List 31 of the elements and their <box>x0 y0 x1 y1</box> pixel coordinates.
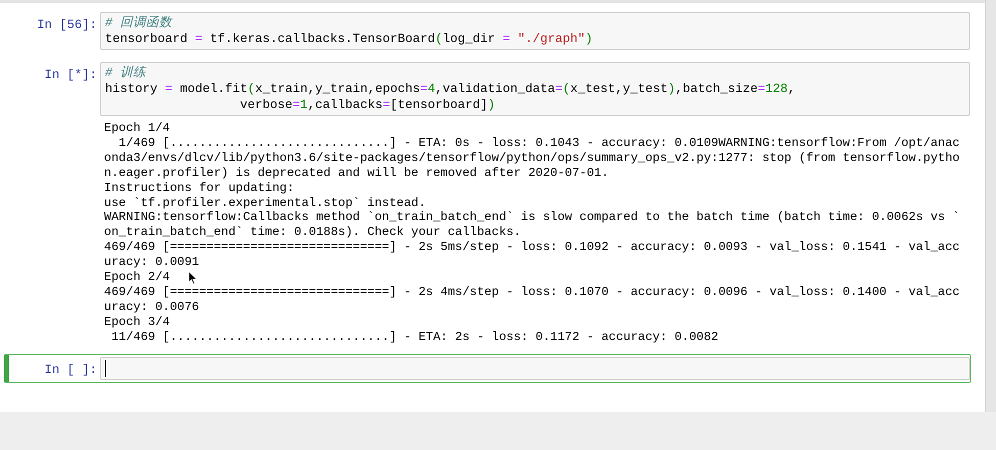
text-cursor <box>105 360 106 377</box>
code-line: verbose=1,callbacks=[tensorboard]) <box>239 97 496 113</box>
output-line: uracy: 0.0076 <box>104 300 200 315</box>
code-input[interactable]: # 回调函数 tensorboard = tf.keras.callbacks.TensorBoard(log_dir = "./graph") <box>100 12 970 50</box>
output-line: Epoch 2/4 <box>104 270 170 285</box>
output-line: on_train_batch_end` time: 0.0188s). Check your callbacks. <box>104 225 521 240</box>
cell-prompt: In [*]: <box>43 67 97 82</box>
output-line: 11/469 [..............................] - ETA: 2s - loss: 0.1172 - accuracy: 0.0082 <box>110 330 718 345</box>
output-line: onda3/envs/dlcv/lib/python3.6/site-packages/tensorflow/python/ops/summary_ops_v2.py:1277: stop (from tensorflow.pytho <box>104 150 960 166</box>
output-line: use `tf.profiler.experimental.stop` instead. <box>104 196 426 210</box>
output-line: 1/469 [..............................] - ETA: 0s - loss: 0.1043 - accuracy: 0.0109WARNING:tensorflow:From /opt/anac <box>118 136 960 151</box>
notebook-cell[interactable]: In [56]: # 回调函数 tensorboard = tf.keras.callbacks.TensorBoard(log_dir = "./graph") <box>4 9 972 53</box>
output-line: WARNING:tensorflow:Callbacks method `on_train_batch_end` is slow compared to the batch time (batch time: 0.0062s vs ` <box>104 210 960 226</box>
output-line: Epoch 1/4 <box>104 121 170 136</box>
code-line: tensorboard = tf.keras.callbacks.TensorBoard(log_dir = "./graph") <box>105 31 594 47</box>
code-line: # 回调函数 <box>105 15 174 31</box>
code-line: history = model.fit(x_train,y_train,epochs=4,validation_data=(x_test,y_test),batch_size=128, <box>105 81 796 97</box>
code-input[interactable]: # 训练 history = model.fit(x_train,y_train,epochs=4,validation_data=(x_test,y_test),batch_size=128, verbose=1,callbacks=[tensorboard]) <box>100 62 970 116</box>
code-line: # 训练 <box>105 65 148 81</box>
output-line: 469/469 [==============================] - 2s 4ms/step - loss: 0.1070 - accuracy: 0.0096 - val_loss: 0.1400 - val_acc <box>104 284 960 300</box>
output-line: Epoch 3/4 <box>104 314 170 330</box>
output-line: Instructions for updating: <box>104 180 294 196</box>
mouse-pointer-icon <box>188 271 198 285</box>
code-input[interactable] <box>100 356 970 380</box>
cell-prompt: In [56]: <box>36 17 97 32</box>
notebook-cell[interactable]: In [ ]: <box>4 354 972 383</box>
scrollbar[interactable] <box>985 0 996 412</box>
cell-prompt: In [ ]: <box>43 362 97 377</box>
output-line: 469/469 [==============================] - 2s 5ms/step - loss: 0.1092 - accuracy: 0.0093 - val_loss: 0.1541 - val_acc <box>104 240 960 256</box>
output-line: n.eager.profiler) is deprecated and will be removed after 2020-07-01. <box>104 166 609 181</box>
output-line: uracy: 0.0091 <box>104 255 200 270</box>
